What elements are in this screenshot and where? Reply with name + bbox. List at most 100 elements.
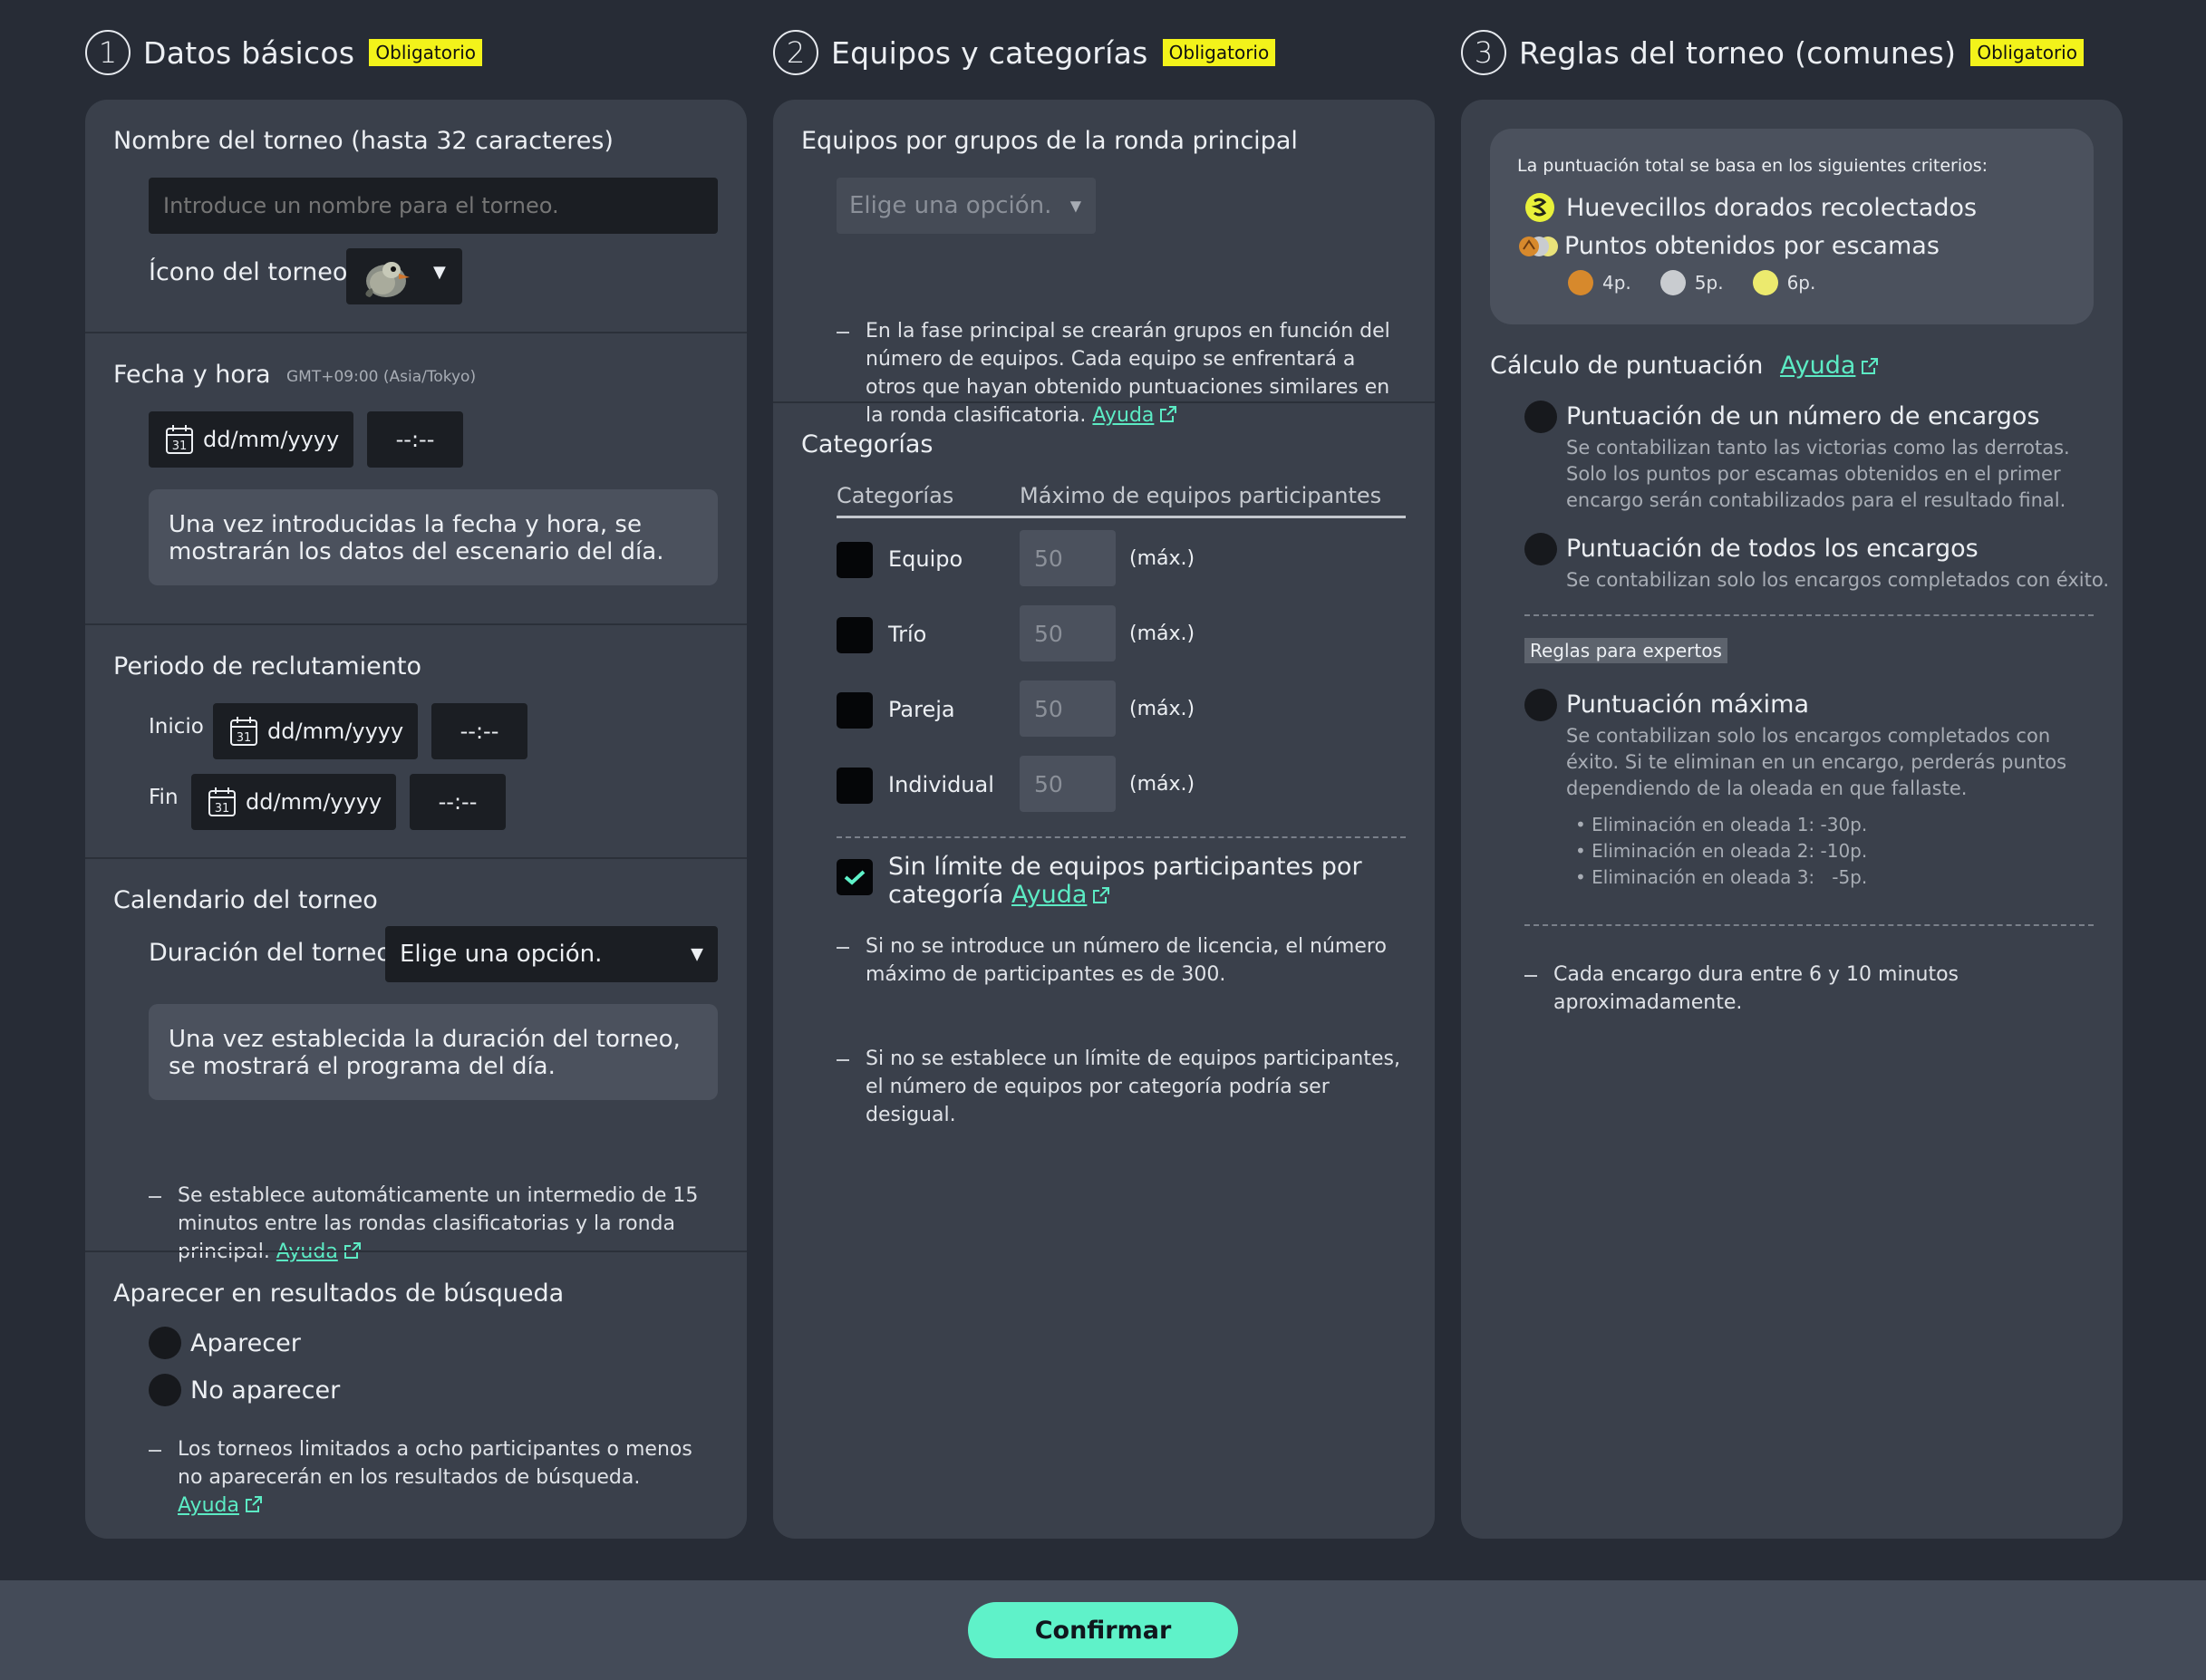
- penalty-item: Eliminación en oleada 1: -30p.: [1592, 814, 1868, 835]
- scoring-criteria-box: La puntuación total se basa en los sigui…: [1490, 129, 2094, 324]
- category-max-unit: (máx.): [1129, 698, 1195, 720]
- panel-teams-categories: Equipos por grupos de la ronda principal…: [773, 100, 1435, 1539]
- end-date-input[interactable]: 31 dd/mm/yyyy: [191, 774, 396, 830]
- search-visibility-block: Aparecer en resultados de búsqueda Apare…: [85, 1252, 747, 1539]
- option-max-desc: Se contabilizan solo los encargos comple…: [1566, 725, 2067, 799]
- end-label: Fin: [149, 786, 179, 809]
- start-date-input[interactable]: 31 dd/mm/yyyy: [213, 703, 418, 759]
- external-link-icon: [1093, 887, 1110, 903]
- date-placeholder: dd/mm/yyyy: [246, 789, 382, 815]
- panel-tournament-rules: La puntuación total se basa en los sigui…: [1461, 100, 2123, 1539]
- category-name: Trío: [888, 622, 927, 647]
- category-max-unit: (máx.): [1129, 773, 1195, 796]
- datetime-block: Fecha y hora GMT+09:00 (Asia/Tokyo) 31 d…: [85, 333, 747, 623]
- schedule-label: Calendario del torneo: [113, 886, 378, 914]
- uneven-teams-note: Si no se establece un límite de equipos …: [837, 1045, 1408, 1129]
- table-row: Trío 50 (máx.): [837, 605, 1406, 665]
- time-input[interactable]: --:--: [367, 411, 463, 468]
- calendar-icon: 31: [166, 425, 193, 454]
- tournament-icon-select[interactable]: ▼: [346, 248, 462, 304]
- duration-select[interactable]: Elige una opción. ▼: [385, 926, 718, 982]
- categories-label: Categorías: [801, 430, 934, 459]
- date-placeholder: dd/mm/yyyy: [267, 719, 404, 744]
- search-note-text: Los torneos limitados a ocho participant…: [178, 1438, 692, 1489]
- radio-not-appear-label: No aparecer: [190, 1376, 341, 1405]
- calendar-icon: 31: [230, 717, 257, 746]
- criteria-scales-label: Puntos obtenidos por escamas: [1564, 232, 1940, 260]
- search-visibility-label: Aparecer en resultados de búsqueda: [113, 1279, 565, 1308]
- scales-icon: [1519, 236, 1558, 256]
- table-row: Equipo 50 (máx.): [837, 530, 1406, 590]
- chevron-down-icon: ▼: [433, 263, 446, 282]
- radio-not-appear[interactable]: No aparecer: [149, 1374, 340, 1406]
- category-max-input[interactable]: 50: [1020, 605, 1116, 661]
- schedule-info-box: Una vez establecida la duración del torn…: [149, 1004, 718, 1100]
- option-all-desc: Se contabilizan solo los encargos comple…: [1566, 569, 2110, 591]
- schedule-block: Calendario del torneo Duración del torne…: [85, 859, 747, 1263]
- external-link-icon: [245, 1496, 262, 1512]
- radio-circle[interactable]: [149, 1374, 181, 1406]
- option-count-title: Puntuación de un número de encargos: [1566, 402, 2040, 430]
- section-title: Reglas del torneo (comunes): [1519, 34, 1957, 71]
- option-count-desc: Se contabilizan tanto las victorias como…: [1566, 437, 2070, 511]
- experts-badge: Reglas para expertos: [1524, 638, 1727, 663]
- bronze-scale-icon: [1568, 270, 1593, 295]
- category-max-unit: (máx.): [1129, 547, 1195, 570]
- scoring-option-radio[interactable]: [1524, 689, 1557, 721]
- calc-label: Cálculo de puntuación: [1490, 352, 1764, 380]
- section-header-basic: 1 Datos básicos Obligatorio: [85, 27, 483, 78]
- category-checkbox[interactable]: [837, 692, 873, 729]
- tournament-name-label: Nombre del torneo (hasta 32 caracteres): [113, 127, 614, 155]
- penalty-list: • Eliminación en oleada 1: -30p. • Elimi…: [1575, 812, 1867, 891]
- timezone-label: GMT+09:00 (Asia/Tokyo): [286, 368, 477, 386]
- radio-appear-label: Aparecer: [190, 1328, 301, 1357]
- scale-values: 4p. 5p. 6p.: [1568, 270, 1815, 295]
- unlimited-label-line2: categoría: [888, 881, 1004, 909]
- end-time-input[interactable]: --:--: [410, 774, 506, 830]
- unlimited-label: Sin límite de equipos participantes por …: [888, 853, 1362, 909]
- bronze-scale-value: 4p.: [1602, 272, 1631, 294]
- category-max-input[interactable]: 50: [1020, 756, 1116, 812]
- confirm-button[interactable]: Confirmar: [968, 1602, 1238, 1658]
- scoring-option-radio[interactable]: [1524, 401, 1557, 433]
- help-link[interactable]: Ayuda: [1780, 352, 1855, 380]
- category-max-input[interactable]: 50: [1020, 530, 1116, 586]
- category-checkbox[interactable]: [837, 617, 873, 653]
- silver-scale-icon: [1659, 270, 1686, 295]
- radio-circle[interactable]: [149, 1327, 181, 1359]
- step-number: 3: [1461, 30, 1506, 75]
- table-header-category: Categorías: [837, 483, 954, 508]
- table-row: Pareja 50 (máx.): [837, 681, 1406, 740]
- tournament-name-input[interactable]: [149, 178, 718, 234]
- date-input[interactable]: 31 dd/mm/yyyy: [149, 411, 353, 468]
- calendar-day: 31: [215, 802, 230, 816]
- category-max-input[interactable]: 50: [1020, 681, 1116, 737]
- duration-note: Cada encargo dura entre 6 y 10 minutos a…: [1524, 961, 2032, 1017]
- category-name: Pareja: [888, 697, 955, 722]
- unlimited-checkbox[interactable]: [837, 859, 873, 895]
- groups-label: Equipos por grupos de la ronda principal: [801, 127, 1298, 155]
- start-time-input[interactable]: --:--: [431, 703, 527, 759]
- salmon-character-icon: [365, 262, 410, 297]
- scoring-option-radio[interactable]: [1524, 533, 1557, 565]
- help-link[interactable]: Ayuda: [1011, 881, 1087, 909]
- calendar-icon: 31: [208, 787, 236, 816]
- list-item: • Eliminación en oleada 1: -30p.: [1575, 814, 1868, 835]
- silver-scale-value: 5p.: [1694, 272, 1724, 294]
- tournament-icon-label: Ícono del torneo: [149, 258, 348, 286]
- groups-select[interactable]: Elige una opción. ▼: [837, 178, 1096, 234]
- category-checkbox[interactable]: [837, 542, 873, 578]
- section-title: Datos básicos: [143, 34, 355, 71]
- recruitment-block: Periodo de reclutamiento Inicio 31 dd/mm…: [85, 625, 747, 857]
- radio-appear[interactable]: Aparecer: [149, 1327, 301, 1359]
- calendar-day: 31: [237, 731, 252, 745]
- option-all-title: Puntuación de todos los encargos: [1566, 535, 1979, 563]
- criteria-golden-eggs-label: Huevecillos dorados recolectados: [1566, 193, 1978, 222]
- list-item: • Eliminación en oleada 3: -5p.: [1575, 866, 1868, 888]
- category-checkbox[interactable]: [837, 768, 873, 804]
- groups-value: Elige una opción.: [849, 192, 1052, 219]
- option-max-title: Puntuación máxima: [1566, 690, 1810, 719]
- step-number: 2: [773, 30, 818, 75]
- section-header-teams: 2 Equipos y categorías Obligatorio: [773, 27, 1276, 78]
- help-link[interactable]: Ayuda: [178, 1494, 239, 1517]
